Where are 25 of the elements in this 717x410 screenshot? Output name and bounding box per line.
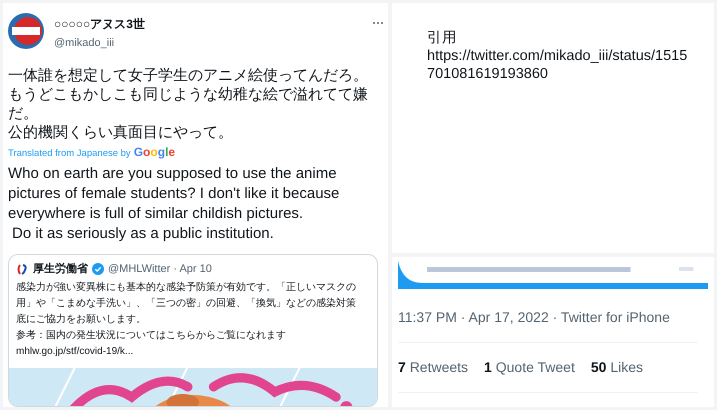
tweet-text: もうどこもかしこも同じような幼稚な絵で溢れてて嫌だ。: [8, 84, 369, 122]
tweet-text: 一体誰を想定して女子学生のアニメ絵使ってんだろ。: [8, 66, 369, 84]
quoted-text: 感染力が強い変異株にも基本的な感染予防策が有効です。「正しいマスクの: [16, 280, 357, 296]
logo-icon: [16, 262, 29, 276]
quoted-text: mhlw.go.jp/stf/covid-19/k...: [16, 345, 134, 360]
translated-text: Do it as seriously as a public institution.: [11, 224, 275, 244]
translated-text: Who on earth are you supposed to use the anime pictures of female students? I don't like it because everywhere is full of similar childish pictures.: [8, 164, 340, 224]
display-name: ○○○○○アヌス3世: [54, 16, 145, 33]
quoted-handle-date: @MHLWitter · Apr 10: [108, 262, 212, 277]
avatar-icon: [8, 13, 44, 49]
tweet-stat[interactable]: 1 Quote Tweet: [484, 357, 575, 378]
quoted-tweet-card[interactable]: 厚生労働省 @MHLWitter · Apr 10 感染力が強い変異株にも基本的な感染予防策が有効です。「正しいマスクの 用」や「こまめな手洗い」、「三つの密」の回避、「換気」などの感染対策 底にご協力をお願いします。 参考：国内の発生状況についてはこちらからご覧になれます mhlw.go.jp/stf/covid-19/k...: [8, 254, 378, 407]
user-handle: @mikado_iii: [54, 36, 116, 51]
translation-credit[interactable]: Translated from Japanese by Google: [8, 142, 386, 161]
tweet-stat[interactable]: 7 Retweets: [398, 357, 468, 378]
note-title: 引用: [427, 29, 458, 47]
quoted-display-name: 厚生労働省: [33, 262, 88, 277]
more-icon[interactable]: [372, 21, 384, 25]
quoted-text: 参考：国内の発生状況についてはこちらからご覧になれます: [16, 328, 287, 344]
note-url[interactable]: https://twitter.com/mikado_iii/status/1515701081619193860: [427, 47, 695, 83]
tweet-text: 公的機関くらい真面目にやって。: [8, 122, 234, 142]
quoted-text: 底にご協力をお願いします。: [16, 312, 147, 328]
tweet-stat[interactable]: 50 Likes: [590, 357, 644, 378]
tweet-timestamp: 11:37 PM · Apr 17, 2022 · Twitter for iPhone: [398, 308, 671, 327]
quoted-text: 用」や「こまめな手洗い」、「三つの密」の回避、「換気」などの感染対策: [16, 296, 357, 312]
